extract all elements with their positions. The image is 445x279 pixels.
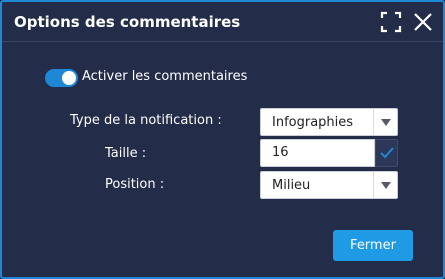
- comments-toggle[interactable]: [45, 69, 78, 87]
- check-icon: [380, 147, 394, 159]
- comments-toggle-label: Activer les commentaires: [82, 69, 248, 84]
- close-button[interactable]: Fermer: [333, 230, 413, 261]
- comment-options-dialog: Options des commentaires Activer les com…: [0, 0, 445, 279]
- maximize-icon: [380, 11, 402, 33]
- position-dropdown-toggle[interactable]: [373, 172, 397, 198]
- dialog-title: Options des commentaires: [14, 13, 241, 31]
- toggle-knob: [62, 71, 76, 85]
- notification-type-value: Infographies: [272, 115, 354, 130]
- notification-type-dropdown-toggle[interactable]: [373, 109, 397, 135]
- position-label: Position :: [105, 177, 165, 192]
- close-icon: [414, 13, 432, 31]
- chevron-down-icon: [381, 182, 391, 189]
- maximize-button[interactable]: [379, 10, 403, 34]
- size-label: Taille :: [105, 146, 147, 161]
- position-select[interactable]: Milieu: [260, 171, 398, 199]
- size-input[interactable]: 16: [260, 139, 375, 167]
- notification-type-select[interactable]: Infographies: [260, 108, 398, 136]
- dialog-titlebar: Options des commentaires: [2, 2, 443, 42]
- chevron-down-icon: [381, 119, 391, 126]
- position-value: Milieu: [272, 178, 311, 193]
- size-confirm-button[interactable]: [375, 139, 398, 167]
- close-window-button[interactable]: [411, 10, 435, 34]
- notification-type-label: Type de la notification :: [70, 113, 222, 128]
